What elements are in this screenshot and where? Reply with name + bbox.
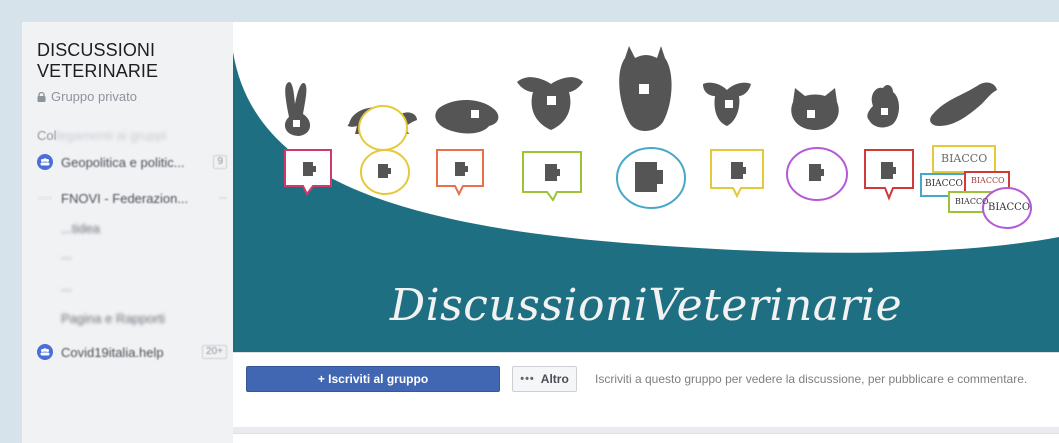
- cover-title: DiscussioniVeterinarie: [389, 280, 903, 331]
- group-name: ...tidea: [61, 220, 101, 236]
- group-name: FNOVI - Federazion...: [61, 190, 189, 206]
- group-icon: [37, 278, 53, 294]
- sidebar-item-group[interactable]: FNOVI - Federazion...: [37, 188, 227, 208]
- join-group-button[interactable]: + Iscriviti al gruppo: [246, 366, 500, 392]
- more-dots-icon: •••: [520, 373, 535, 385]
- bubble-text: BIACCO: [971, 176, 1005, 185]
- content-card-top: [233, 433, 1059, 443]
- group-title[interactable]: DISCUSSIONI VETERINARIE: [37, 40, 227, 82]
- group-main: BIACCO BIACCO BIACCO BIACCO BIACCO Discu…: [233, 22, 1059, 443]
- join-action-bar: Iscriviti a questo gruppo per vedere la …: [233, 352, 1059, 427]
- sidebar-item-group[interactable]: ...: [37, 276, 227, 296]
- more-button[interactable]: ••• Altro: [512, 366, 577, 392]
- group-icon: [37, 344, 53, 360]
- group-name: Covid19italia.help: [61, 344, 164, 360]
- unread-count-badge: [219, 197, 227, 199]
- bottom-strip: [233, 427, 1059, 443]
- unread-count-badge: 9: [213, 155, 227, 169]
- cover-photo: BIACCO BIACCO BIACCO BIACCO BIACCO Discu…: [233, 22, 1059, 352]
- group-icon: [37, 154, 53, 170]
- group-icon: [37, 246, 53, 262]
- group-name: Geopolitica e politic...: [61, 154, 185, 170]
- group-name: ...: [61, 278, 72, 294]
- lock-icon: [37, 91, 46, 102]
- sidebar-item-group[interactable]: Covid19italia.help 20+: [37, 342, 227, 362]
- group-sidebar: DISCUSSIONI VETERINARIE Gruppo privato C…: [22, 22, 233, 443]
- privacy-label: Gruppo privato: [51, 89, 137, 104]
- sidebar-item-group[interactable]: ...tidea: [37, 218, 227, 238]
- group-name: Pagina e Rapporti: [61, 310, 166, 326]
- window-frame: DISCUSSIONI VETERINARIE Gruppo privato C…: [22, 22, 1059, 443]
- sidebar-item-group[interactable]: ...: [37, 244, 227, 264]
- group-icon: [37, 220, 53, 236]
- bubble-text: BIACCO: [925, 179, 963, 189]
- more-label: Altro: [540, 372, 569, 386]
- sidebar-item-group[interactable]: Geopolitica e politic... 9: [37, 152, 227, 172]
- group-privacy: Gruppo privato: [37, 89, 137, 104]
- bubble-text: BIACCO: [941, 152, 988, 165]
- bubble-text: BIACCO: [988, 202, 1031, 213]
- sidebar-item-group[interactable]: Pagina e Rapporti: [37, 308, 227, 328]
- group-name: ...: [61, 246, 72, 262]
- section-label: Collegamenti ai gruppi: [37, 128, 167, 143]
- group-icon: [37, 310, 53, 326]
- bubble-text: BIACCO: [955, 197, 989, 206]
- group-icon: [37, 190, 53, 206]
- unread-count-badge: 20+: [202, 345, 227, 359]
